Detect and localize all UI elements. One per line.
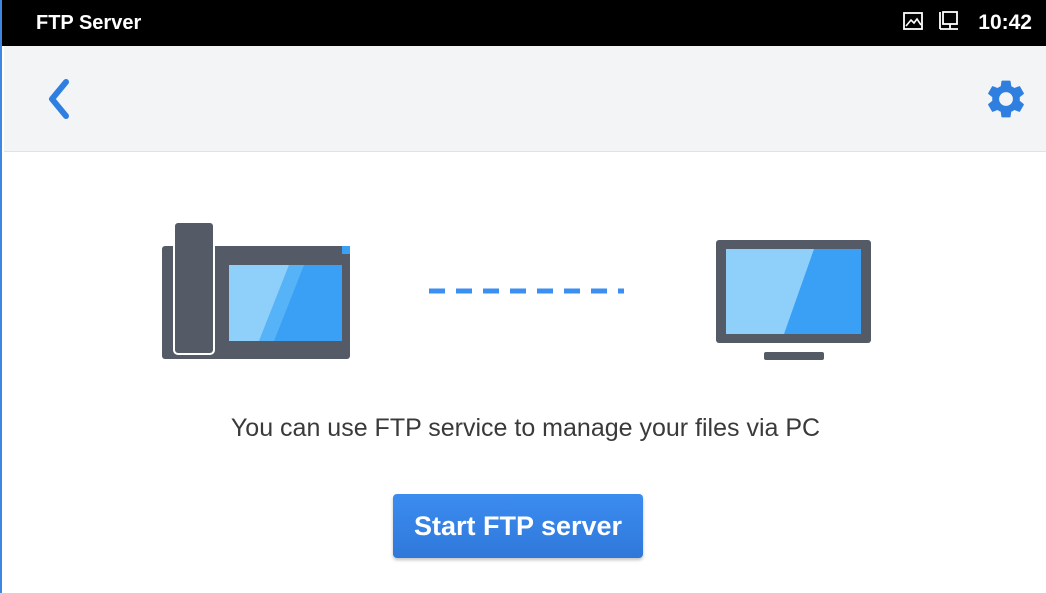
- ftp-illustration: [162, 221, 871, 360]
- action-bar: [4, 46, 1046, 152]
- chevron-left-icon: [49, 79, 69, 119]
- status-icons: 10:42: [902, 10, 1032, 37]
- main-content: You can use FTP service to manage your f…: [4, 152, 1046, 593]
- gear-icon: [988, 80, 1024, 118]
- monitor-icon: [716, 240, 871, 360]
- settings-button[interactable]: [983, 76, 1029, 122]
- ftp-description: You can use FTP service to manage your f…: [230, 414, 821, 442]
- picture-icon: [902, 10, 924, 37]
- app-title: FTP Server: [36, 11, 142, 34]
- desk-phone-icon: [162, 221, 350, 359]
- app-frame: FTP Server 10:42 You can use FTP service…: [0, 0, 1046, 593]
- start-ftp-server-button[interactable]: Start FTP server: [393, 494, 643, 558]
- clock-time: 10:42: [978, 11, 1032, 34]
- status-bar: FTP Server 10:42: [2, 0, 1046, 46]
- back-button[interactable]: [40, 76, 80, 122]
- ethernet-icon: [938, 10, 960, 37]
